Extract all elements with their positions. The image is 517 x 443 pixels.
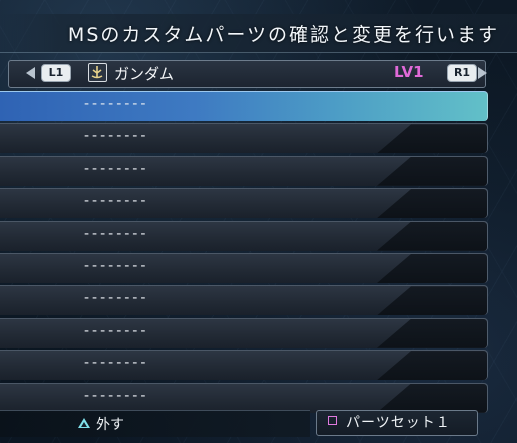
part-slot-frame <box>0 155 488 186</box>
arrow-right-icon[interactable] <box>478 67 487 79</box>
part-slot-frame <box>0 91 488 121</box>
part-slot[interactable]: -------- <box>0 220 490 251</box>
remove-hint[interactable]: 外す <box>96 414 124 434</box>
arrow-left-icon[interactable] <box>26 67 35 79</box>
part-slot-frame <box>0 123 488 154</box>
part-slot[interactable]: -------- <box>0 350 490 381</box>
part-slot-label: -------- <box>84 257 149 274</box>
part-slot-frame <box>0 350 488 381</box>
part-slot[interactable]: -------- <box>0 285 490 316</box>
part-slot[interactable]: -------- <box>0 188 490 219</box>
part-slot[interactable]: -------- <box>0 91 490 121</box>
part-slot-label: -------- <box>84 128 149 145</box>
unit-level: LV1 <box>394 63 424 81</box>
triangle-button-icon <box>78 418 90 428</box>
part-slot-label: -------- <box>84 96 149 112</box>
footer-hint-bar <box>0 410 310 437</box>
part-slot-label: -------- <box>84 355 149 372</box>
part-slot[interactable]: -------- <box>0 252 490 283</box>
part-slot-frame <box>0 220 488 251</box>
l1-button[interactable]: L1 <box>41 64 71 82</box>
part-slot-label: -------- <box>84 225 149 242</box>
part-slot-frame <box>0 252 488 283</box>
part-slot-frame <box>0 382 488 413</box>
custom-parts-list: -------- -------- -------- -------- ----… <box>0 91 490 415</box>
part-slot-frame <box>0 317 488 348</box>
part-slot[interactable]: -------- <box>0 382 490 413</box>
part-slot[interactable]: -------- <box>0 155 490 186</box>
federation-emblem-icon <box>88 63 107 82</box>
partset-label[interactable]: パーツセット１ <box>346 412 451 432</box>
part-slot-label: -------- <box>84 322 149 339</box>
part-slot[interactable]: -------- <box>0 123 490 154</box>
part-slot-label: -------- <box>84 160 149 177</box>
unit-selector-bar: L1 ガンダム LV1 R1 <box>0 60 490 88</box>
r1-button[interactable]: R1 <box>447 64 477 82</box>
description-banner: MSのカスタムパーツの確認と変更を行います <box>0 14 517 53</box>
unit-name: ガンダム <box>114 65 175 83</box>
part-slot-frame <box>0 188 488 219</box>
square-button-icon <box>328 416 337 425</box>
description-text: MSのカスタムパーツの確認と変更を行います <box>67 24 499 46</box>
part-slot-label: -------- <box>84 193 149 210</box>
part-slot-label: -------- <box>84 387 149 404</box>
part-slot[interactable]: -------- <box>0 317 490 348</box>
part-slot-frame <box>0 285 488 316</box>
part-slot-label: -------- <box>84 290 149 307</box>
